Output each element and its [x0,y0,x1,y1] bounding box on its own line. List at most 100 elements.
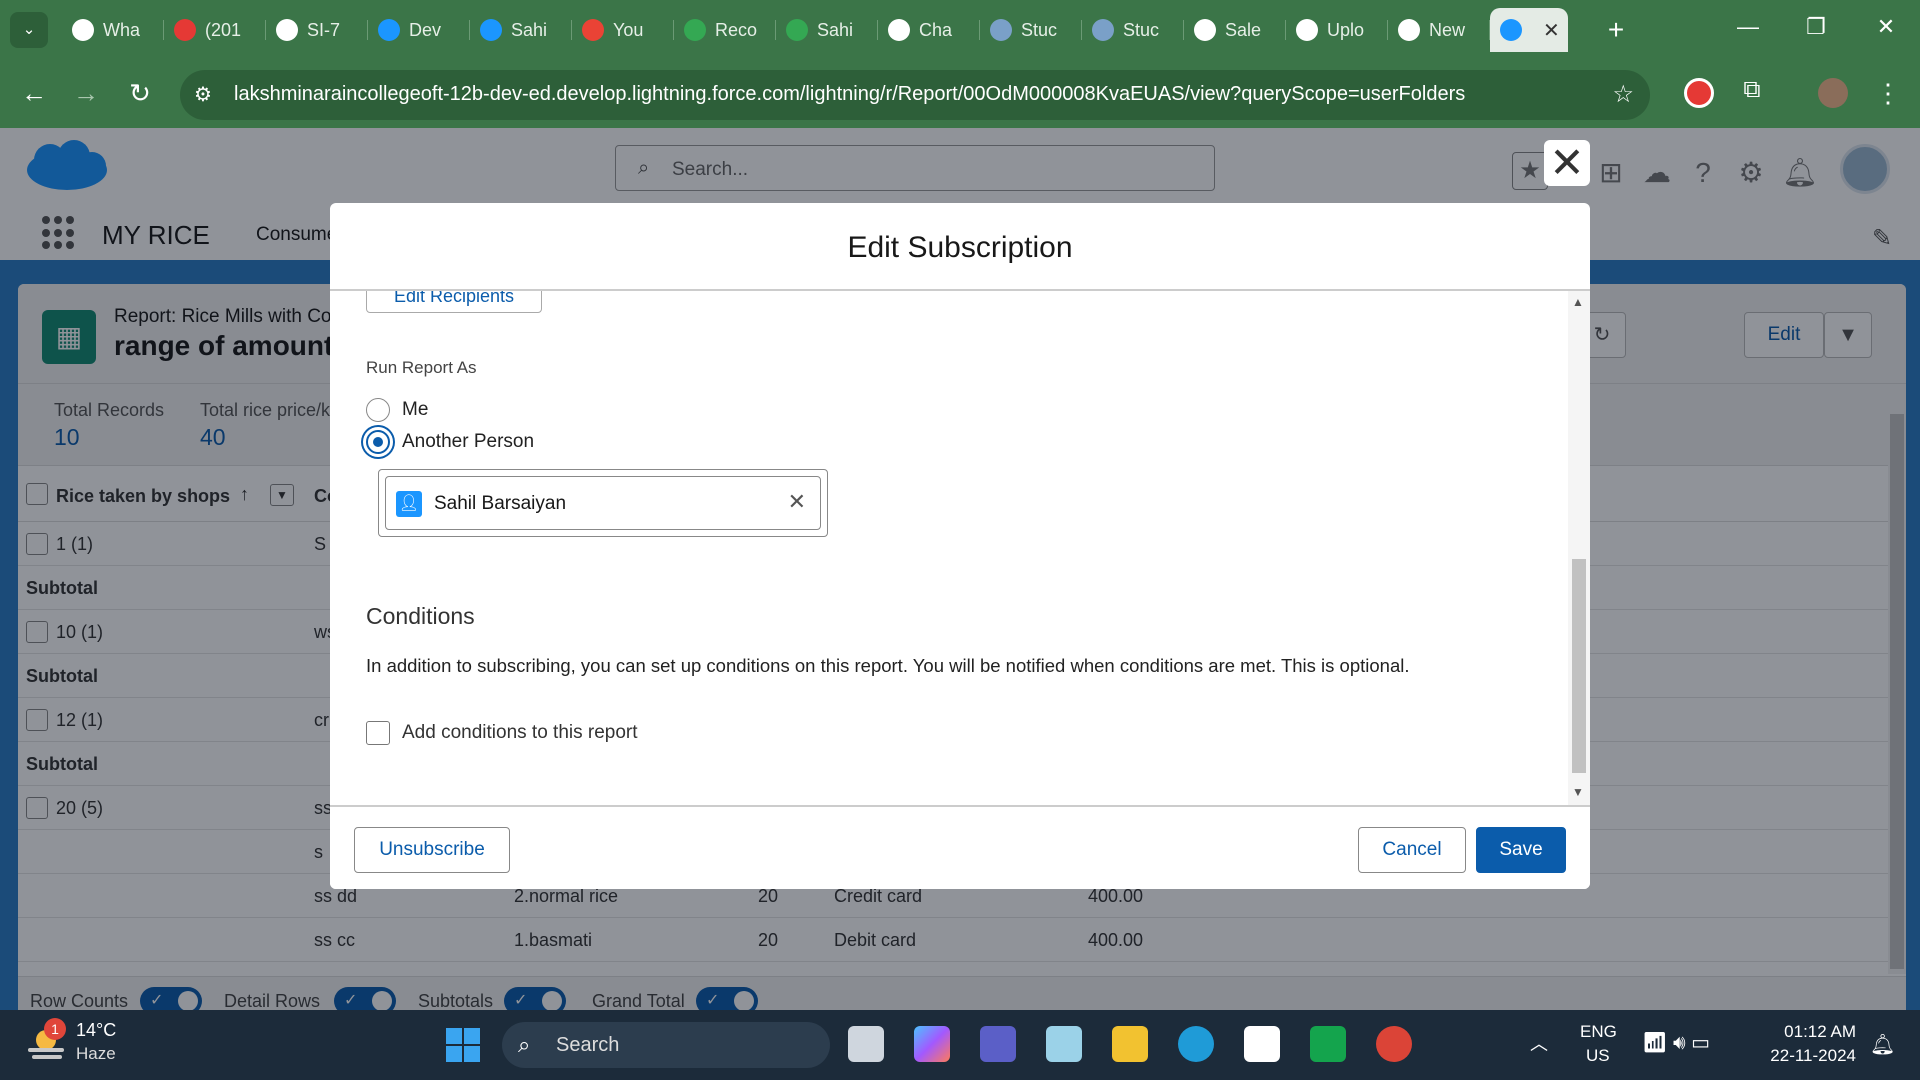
photos-app-icon[interactable] [1046,1026,1082,1062]
person-lookup-field: 👤︎ Sahil Barsaiyan ✕ [378,469,828,537]
weather-temperature[interactable]: 14°C [76,1020,116,1041]
run-as-me-label[interactable]: Me [402,399,428,421]
taskbar-search-box[interactable]: ⌕ Search [502,1022,830,1068]
cancel-button[interactable]: Cancel [1358,827,1466,873]
close-modal-button[interactable]: ✕ [1544,140,1590,186]
edit-subscription-modal: Edit Subscription Edit Recipients Run Re… [330,203,1590,889]
browser-menu-icon[interactable]: ⋮ [1870,78,1906,109]
language-region[interactable]: US [1586,1046,1610,1066]
scrollbar-thumb[interactable] [1572,559,1586,773]
forward-button[interactable]: → [68,78,104,109]
close-window-button[interactable]: ✕ [1866,14,1906,40]
notifications-bell-icon[interactable]: 🔔︎ [1870,1032,1895,1057]
modal-body: Edit Recipients Run Report As Me Another… [330,291,1590,805]
tab-favicon-icon [990,19,1012,41]
remove-person-close-icon[interactable]: ✕ [788,489,806,515]
tab-label: SI-7 [307,19,341,40]
browser-toolbar: ← → ↻ ⚙ lakshminaraincollegeoft-12b-dev-… [0,60,1920,128]
browser-tab[interactable]: You [572,8,674,52]
run-report-as-label: Run Report As [366,358,477,377]
browser-tab[interactable]: New [1388,8,1490,52]
tab-list: Wha (201 SI-7 Dev Sahi You Reco Sahi Cha Stuc Stuc… [62,8,1568,52]
save-button[interactable]: Save [1476,827,1566,873]
run-as-another-person-radio[interactable] [366,430,390,454]
tab-favicon-icon [1194,19,1216,41]
new-tab-button[interactable]: + [1600,14,1632,46]
restore-button[interactable]: ❐ [1796,14,1836,40]
clock-time[interactable]: 01:12 AM [1760,1022,1856,1042]
scroll-down-icon[interactable]: ▼ [1572,785,1584,799]
copilot-icon[interactable] [914,1026,950,1062]
file-explorer-icon[interactable] [1112,1026,1148,1062]
task-view-icon[interactable] [848,1026,884,1062]
reload-button[interactable]: ↻ [122,78,158,109]
add-conditions-checkbox[interactable] [366,721,390,745]
browser-tab[interactable]: Dev [368,8,470,52]
tab-search-button[interactable]: ⌄ [10,12,48,48]
browser-tab[interactable]: Uplo [1286,8,1388,52]
edit-recipients-button[interactable]: Edit Recipients [366,291,542,313]
tab-label: Cha [919,19,953,40]
extensions-puzzle-icon[interactable]: ⧉ [1734,76,1770,104]
browser-tab[interactable]: Wha [62,8,164,52]
edge-browser-icon[interactable] [1178,1026,1214,1062]
teams-icon[interactable] [980,1026,1016,1062]
scroll-up-icon[interactable]: ▲ [1572,295,1584,309]
browser-tab[interactable]: Sahi [776,8,878,52]
run-as-another-person-label[interactable]: Another Person [402,431,534,453]
screen: ⌄ Wha (201 SI-7 Dev Sahi You Reco Sahi Cha Stuc St… [0,0,1920,1080]
weather-condition[interactable]: Haze [76,1044,116,1064]
tab-favicon-icon [72,19,94,41]
bookmark-star-icon[interactable]: ☆ [1612,80,1634,109]
windows-taskbar: 1 14°C Haze ⌕ Search ︿ ENG US 📶︎ 🔊︎ ▭ 01… [0,1010,1920,1080]
browser-tab-strip: ⌄ Wha (201 SI-7 Dev Sahi You Reco Sahi Cha Stuc St… [0,0,1920,60]
windows-start-icon[interactable] [446,1028,480,1062]
notification-badge: 1 [44,1018,66,1040]
tab-label: Stuc [1021,19,1058,40]
chrome-icon[interactable] [1376,1026,1412,1062]
tab-favicon-icon [276,19,298,41]
browser-tab[interactable]: (201 [164,8,266,52]
microsoft-store-icon[interactable] [1244,1026,1280,1062]
tab-favicon-icon [786,19,808,41]
browser-tab[interactable]: Stuc [1082,8,1184,52]
user-icon: 👤︎ [396,491,422,517]
browser-tab[interactable]: Cha [878,8,980,52]
wifi-volume-battery-icons[interactable]: 📶︎ 🔊︎ ▭ [1642,1030,1710,1055]
extension-icon[interactable] [1684,78,1714,108]
close-tab-icon[interactable]: ✕ [1543,18,1560,43]
address-bar[interactable]: ⚙ lakshminaraincollegeoft-12b-dev-ed.dev… [180,70,1650,120]
tab-label: (201 [205,19,242,40]
browser-tab[interactable]: Sahi [470,8,572,52]
show-hidden-icons-chevron-up-icon[interactable]: ︿ [1530,1030,1548,1056]
tab-favicon-icon [1092,19,1114,41]
run-as-me-radio[interactable] [366,398,390,422]
browser-tab[interactable]: Reco [674,8,776,52]
browser-tab[interactable]: Stuc [980,8,1082,52]
browser-tab[interactable]: SI-7 [266,8,368,52]
modal-title: Edit Subscription [847,231,1073,264]
unsubscribe-button[interactable]: Unsubscribe [354,827,510,873]
selected-person-pill[interactable]: 👤︎ Sahil Barsaiyan ✕ [385,476,821,530]
xbox-icon[interactable] [1310,1026,1346,1062]
modal-footer: Unsubscribe Cancel Save [330,805,1590,889]
modal-scrollbar[interactable]: ▲ ▼ [1568,291,1590,805]
tab-favicon-icon [1296,19,1318,41]
selected-person-name: Sahil Barsaiyan [434,493,567,514]
profile-avatar-icon[interactable] [1818,78,1848,108]
url-text[interactable]: lakshminaraincollegeoft-12b-dev-ed.devel… [234,83,1465,106]
browser-tab-active[interactable]: ✕ [1490,8,1568,52]
add-conditions-label[interactable]: Add conditions to this report [402,722,638,744]
language-indicator[interactable]: ENG [1580,1022,1617,1042]
clock-date[interactable]: 22-11-2024 [1760,1046,1856,1066]
minimize-button[interactable]: — [1728,14,1768,40]
taskbar-search-label: Search [556,1034,620,1056]
tab-favicon-icon [480,19,502,41]
tab-favicon-icon [582,19,604,41]
tab-label: Dev [409,19,442,40]
tab-label: Uplo [1327,19,1365,40]
tab-label: New [1429,19,1466,40]
site-info-icon[interactable]: ⚙ [194,82,212,107]
browser-tab[interactable]: Sale [1184,8,1286,52]
back-button[interactable]: ← [16,78,52,109]
